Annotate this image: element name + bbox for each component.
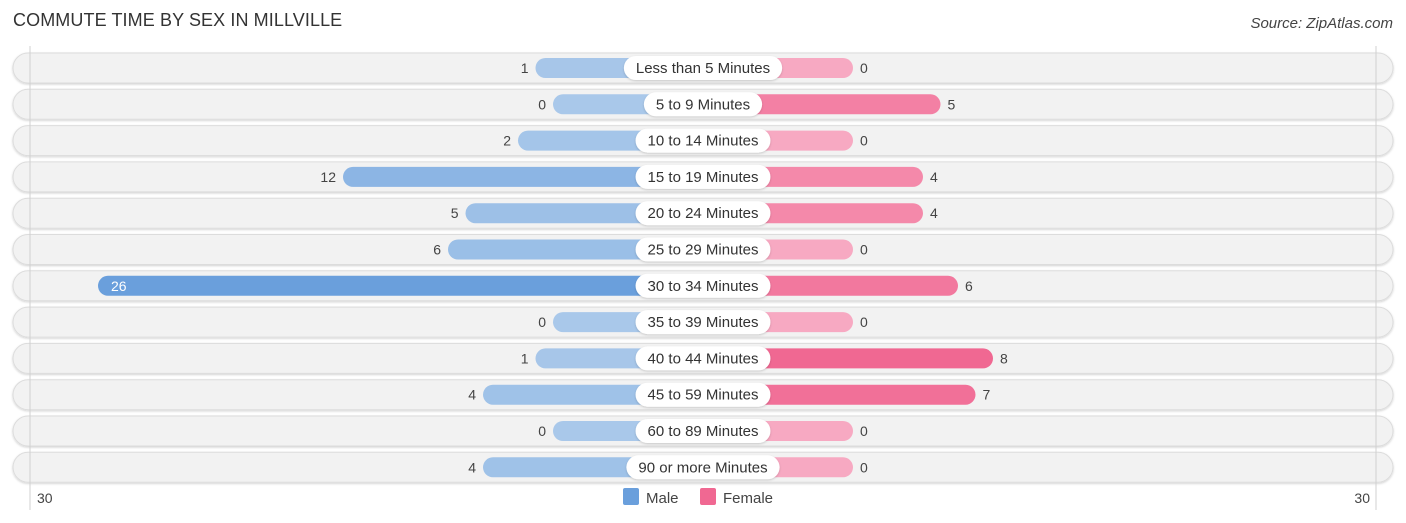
axis-label-left: 30 bbox=[37, 490, 53, 506]
value-label-female: 0 bbox=[860, 133, 868, 149]
legend: Male Female bbox=[623, 488, 773, 507]
value-label-female: 0 bbox=[860, 60, 868, 76]
value-label-male: 4 bbox=[468, 459, 476, 475]
category-text: 20 to 24 Minutes bbox=[648, 205, 759, 222]
value-label-male: 4 bbox=[468, 387, 476, 403]
chart-canvas: 1 0 Less than 5 Minutes 0 5 5 to 9 Minutes 2 0 1… bbox=[12, 46, 1394, 510]
value-label-female: 0 bbox=[860, 242, 868, 258]
value-label-male: 0 bbox=[538, 314, 546, 330]
legend-swatch-male bbox=[623, 488, 639, 505]
value-label-male: 12 bbox=[320, 169, 336, 185]
category-label: 60 to 89 Minutes bbox=[635, 419, 771, 443]
category-text: 30 to 34 Minutes bbox=[648, 278, 759, 295]
category-text: 35 to 39 Minutes bbox=[648, 314, 759, 331]
category-label: 10 to 14 Minutes bbox=[635, 128, 771, 153]
legend-label-female: Female bbox=[723, 490, 773, 507]
value-label-male: 1 bbox=[521, 60, 529, 76]
value-label-male: 6 bbox=[433, 242, 441, 258]
category-text: 90 or more Minutes bbox=[638, 459, 767, 476]
category-label: 20 to 24 Minutes bbox=[635, 201, 771, 226]
value-label-female: 4 bbox=[930, 205, 938, 221]
legend-swatch-female bbox=[700, 488, 716, 505]
value-label-female: 4 bbox=[930, 169, 938, 185]
category-text: 5 to 9 Minutes bbox=[656, 96, 750, 113]
value-label-male: 5 bbox=[451, 205, 459, 221]
axis-label-right: 30 bbox=[1354, 490, 1370, 506]
category-text: 10 to 14 Minutes bbox=[648, 133, 759, 150]
value-label-female: 0 bbox=[860, 314, 868, 330]
value-label-male: 26 bbox=[111, 278, 127, 294]
category-label: 25 to 29 Minutes bbox=[635, 237, 771, 262]
category-label: 90 or more Minutes bbox=[626, 455, 780, 480]
category-text: 25 to 29 Minutes bbox=[648, 242, 759, 259]
bar-male bbox=[98, 275, 703, 296]
value-label-female: 7 bbox=[983, 387, 991, 403]
category-text: 45 to 59 Minutes bbox=[648, 387, 759, 404]
value-label-female: 6 bbox=[965, 278, 973, 294]
legend-label-male: Male bbox=[646, 490, 679, 507]
category-label: 45 to 59 Minutes bbox=[635, 382, 771, 407]
category-label: 40 to 44 Minutes bbox=[635, 346, 771, 371]
value-label-female: 0 bbox=[860, 459, 868, 475]
value-label-female: 8 bbox=[1000, 350, 1008, 366]
category-text: 40 to 44 Minutes bbox=[648, 350, 759, 367]
value-label-male: 0 bbox=[538, 423, 546, 439]
value-label-male: 0 bbox=[538, 96, 546, 112]
value-label-male: 2 bbox=[503, 133, 511, 149]
category-label: 30 to 34 Minutes bbox=[635, 273, 771, 298]
value-label-female: 5 bbox=[948, 96, 956, 112]
value-label-female: 0 bbox=[860, 423, 868, 439]
category-label: 35 to 39 Minutes bbox=[635, 310, 771, 335]
category-label: 15 to 19 Minutes bbox=[635, 164, 771, 189]
category-label: 5 to 9 Minutes bbox=[643, 92, 763, 117]
category-text: Less than 5 Minutes bbox=[636, 60, 770, 77]
category-text: 15 to 19 Minutes bbox=[648, 169, 759, 186]
category-label: Less than 5 Minutes bbox=[623, 56, 783, 80]
value-label-male: 1 bbox=[521, 350, 529, 366]
category-text: 60 to 89 Minutes bbox=[648, 423, 759, 440]
